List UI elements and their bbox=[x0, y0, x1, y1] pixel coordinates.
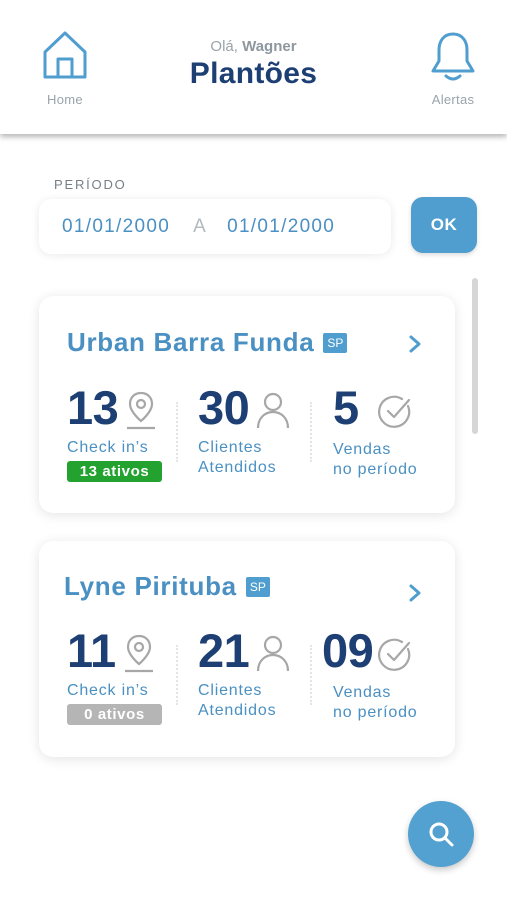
clients-count: 30 bbox=[198, 381, 250, 434]
clients-label-line1: Clientes bbox=[198, 682, 263, 699]
date-range-field[interactable]: 01/01/2000 A 01/01/2000 bbox=[39, 199, 391, 254]
sales-stat: 5 Vendas no período bbox=[333, 382, 418, 480]
map-pin-icon bbox=[124, 634, 153, 673]
sales-count: 09 bbox=[322, 624, 374, 677]
state-badge: SP bbox=[323, 332, 348, 353]
bell-icon bbox=[431, 32, 475, 81]
scrollbar[interactable] bbox=[472, 278, 478, 434]
checkins-count: 11 bbox=[67, 624, 116, 677]
search-icon bbox=[429, 822, 454, 847]
clients-stat: 30 Clientes Atendidos bbox=[198, 382, 291, 478]
stat-divider bbox=[176, 645, 178, 705]
sales-stat: 09 Vendas no período bbox=[322, 625, 418, 723]
greeting-prefix: Olá, bbox=[210, 38, 238, 55]
home-label: Home bbox=[47, 92, 83, 107]
alerts-label: Alertas bbox=[431, 92, 475, 107]
checkins-stat: 11 Check in’s 0 ativos bbox=[67, 625, 162, 725]
checkins-stat: 13 Check in’s 13 ativos bbox=[67, 382, 162, 482]
person-icon bbox=[257, 635, 290, 672]
clients-label-line2: Atendidos bbox=[198, 702, 277, 719]
checkins-label: Check in’s bbox=[67, 439, 149, 456]
app-header: Home Olá, Wagner Plantões Alertas bbox=[0, 0, 507, 134]
chevron-right-icon[interactable] bbox=[408, 334, 422, 354]
clients-label-line1: Clientes bbox=[198, 439, 263, 456]
store-card[interactable]: Urban Barra Funda SP 13 Check in’s 13 at… bbox=[39, 296, 455, 513]
date-to-input[interactable]: 01/01/2000 bbox=[227, 216, 335, 238]
check-circle-icon bbox=[377, 395, 410, 428]
clients-label-line2: Atendidos bbox=[198, 459, 277, 476]
card-header: Urban Barra Funda SP bbox=[67, 327, 348, 358]
alerts-button[interactable]: Alertas bbox=[413, 30, 493, 107]
user-name: Wagner bbox=[242, 38, 297, 55]
stat-divider bbox=[310, 402, 312, 462]
active-badge: 0 ativos bbox=[67, 704, 162, 725]
sales-label-line2: no período bbox=[333, 704, 418, 721]
ok-button[interactable]: OK bbox=[411, 197, 477, 253]
sales-label-line2: no período bbox=[333, 461, 418, 478]
sales-label-line1: Vendas bbox=[333, 441, 392, 458]
store-card[interactable]: Lyne Pirituba SP 11 Check in’s 0 ativos … bbox=[39, 541, 455, 757]
date-from-input[interactable]: 01/01/2000 bbox=[62, 216, 170, 238]
sales-count: 5 bbox=[333, 381, 359, 434]
sales-label-line1: Vendas bbox=[333, 684, 392, 701]
state-badge: SP bbox=[245, 576, 270, 597]
stat-divider bbox=[176, 402, 178, 462]
date-separator: A bbox=[193, 215, 208, 237]
search-button[interactable] bbox=[408, 801, 474, 867]
chevron-right-icon[interactable] bbox=[408, 583, 422, 603]
period-label: PERÍODO bbox=[54, 177, 127, 192]
check-circle-icon bbox=[378, 638, 411, 671]
person-icon bbox=[257, 392, 290, 429]
checkins-label: Check in’s bbox=[67, 682, 149, 699]
clients-count: 21 bbox=[198, 624, 250, 677]
clients-stat: 21 Clientes Atendidos bbox=[198, 625, 291, 721]
map-pin-icon bbox=[127, 391, 156, 430]
card-header: Lyne Pirituba SP bbox=[64, 571, 270, 602]
stat-divider bbox=[310, 645, 312, 705]
store-name: Lyne Pirituba bbox=[64, 571, 237, 601]
checkins-count: 13 bbox=[67, 381, 119, 434]
active-badge: 13 ativos bbox=[67, 461, 162, 482]
store-name: Urban Barra Funda bbox=[67, 327, 315, 357]
